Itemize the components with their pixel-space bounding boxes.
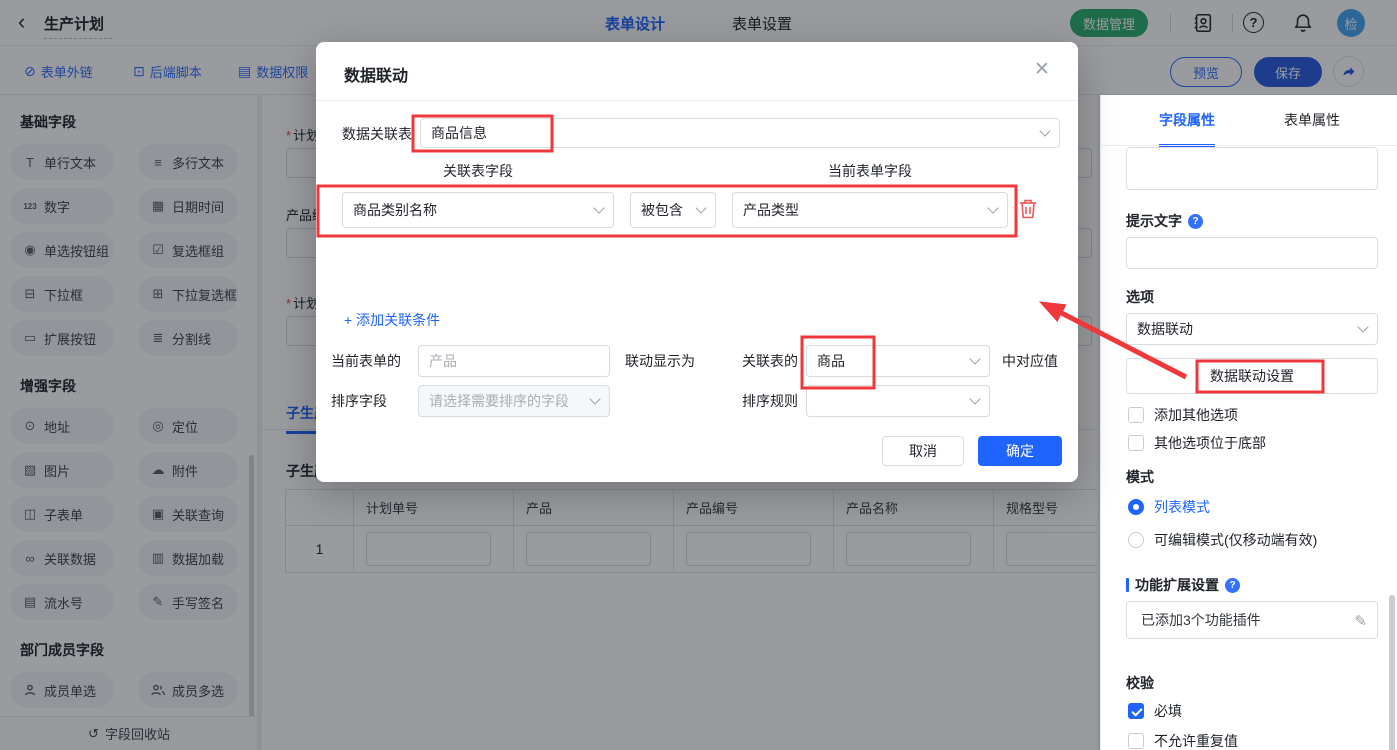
linkage-display-label: 联动显示为 — [625, 345, 695, 377]
data-linkage-modal: 数据联动 ✕ 数据关联表 商品信息 关联表字段 当前表单字段 商品类别名称 被包… — [316, 42, 1078, 482]
mode-label: 模式 — [1126, 467, 1154, 487]
tab-form-properties[interactable]: 表单属性 — [1284, 110, 1340, 144]
checkbox-required[interactable]: 必填 — [1128, 701, 1182, 721]
hint-text-label: 提示文字 ? — [1126, 211, 1203, 231]
data-linkage-settings-label: 数据联动设置 — [1210, 366, 1294, 386]
radio-editable-mode[interactable]: 可编辑模式(仅移动端有效) — [1128, 530, 1317, 550]
chevron-down-icon — [1357, 321, 1368, 332]
extension-settings-label: 功能扩展设置 ? — [1126, 575, 1240, 595]
checkbox-label: 其他选项位于底部 — [1154, 433, 1266, 453]
current-form-field-select[interactable]: 产品类型 — [732, 192, 1008, 228]
relation-table-select[interactable]: 商品信息 — [420, 118, 1060, 148]
checkbox-label: 必填 — [1154, 701, 1182, 721]
radio-label: 列表模式 — [1154, 497, 1210, 517]
divider — [316, 100, 1078, 101]
checkbox-label: 添加其他选项 — [1154, 405, 1238, 425]
relation-field-select[interactable]: 商品类别名称 — [342, 192, 614, 228]
relation-display-field-value: 商品 — [817, 351, 845, 371]
checkbox-icon — [1128, 733, 1144, 749]
relation-table-value: 商品信息 — [431, 123, 487, 143]
chevron-down-icon — [987, 202, 998, 213]
sort-rule-label: 排序规则 — [742, 385, 798, 417]
radio-icon — [1128, 532, 1144, 548]
checkbox-icon — [1128, 435, 1144, 451]
checkbox-no-duplicate[interactable]: 不允许重复值 — [1128, 731, 1238, 750]
current-field-placeholder: 产品 — [429, 351, 457, 371]
edit-icon[interactable]: ✎ — [1354, 612, 1367, 630]
add-condition-link[interactable]: + 添加关联条件 — [344, 310, 440, 330]
corresponding-value-label: 中对应值 — [1002, 345, 1058, 377]
radio-list-mode[interactable]: 列表模式 — [1128, 497, 1210, 517]
chevron-down-icon — [589, 393, 600, 404]
chevron-down-icon — [969, 353, 980, 364]
data-linkage-settings-button[interactable]: 数据联动设置 — [1126, 358, 1378, 394]
confirm-button[interactable]: 确定 — [978, 436, 1062, 466]
add-condition-label: 添加关联条件 — [356, 312, 440, 328]
plus-icon: + — [344, 312, 352, 328]
options-label: 选项 — [1126, 287, 1154, 307]
relation-of-label: 关联表的 — [742, 345, 798, 377]
column-header-current-field: 当前表单字段 — [828, 161, 912, 181]
section-bar — [1126, 578, 1129, 592]
radio-selected-icon — [1128, 499, 1144, 515]
modal-title: 数据联动 — [344, 62, 408, 86]
delete-condition-icon[interactable] — [1018, 198, 1040, 222]
form-designer-app: ‹ 生产计划 表单设计 表单设置 数据管理 ? 检 ⊘ 表单外链 — [0, 0, 1397, 750]
current-form-label: 当前表单的 — [331, 345, 401, 377]
checkbox-other-option-bottom[interactable]: 其他选项位于底部 — [1128, 433, 1266, 453]
plugin-summary-box[interactable]: 已添加3个功能插件 ✎ — [1126, 601, 1378, 639]
sort-field-select[interactable]: 请选择需要排序的字段 — [418, 385, 610, 417]
options-source-select[interactable]: 数据联动 — [1126, 313, 1378, 345]
current-form-field-value: 产品类型 — [743, 200, 799, 220]
checkbox-checked-icon — [1128, 703, 1144, 719]
column-header-relation-field: 关联表字段 — [443, 161, 513, 181]
checkbox-icon — [1128, 407, 1144, 423]
plugin-summary-text: 已添加3个功能插件 — [1141, 610, 1261, 630]
panel-scrollbar[interactable] — [1389, 595, 1395, 750]
property-panel: 字段属性 表单属性 提示文字 ? 选项 数据联动 数据联动设置 添加其他选项 其… — [1100, 95, 1397, 750]
radio-label: 可编辑模式(仅移动端有效) — [1154, 530, 1317, 550]
validation-label: 校验 — [1126, 673, 1154, 693]
options-source-value: 数据联动 — [1137, 319, 1193, 339]
chevron-down-icon — [695, 202, 706, 213]
cancel-button[interactable]: 取消 — [882, 436, 964, 466]
chevron-down-icon — [593, 202, 604, 213]
hint-text-input[interactable] — [1126, 237, 1378, 269]
help-icon[interactable]: ? — [1188, 214, 1203, 229]
relation-display-field-select[interactable]: 商品 — [806, 345, 990, 377]
operator-select[interactable]: 被包含 — [630, 192, 716, 228]
field-title-input[interactable] — [1126, 147, 1378, 190]
divider — [1101, 145, 1397, 146]
chevron-down-icon — [969, 393, 980, 404]
current-field-input[interactable]: 产品 — [418, 345, 610, 377]
chevron-down-icon — [1039, 125, 1050, 136]
help-icon[interactable]: ? — [1225, 578, 1240, 593]
relation-table-label: 数据关联表 — [342, 118, 412, 150]
relation-field-value: 商品类别名称 — [353, 200, 437, 220]
checkbox-label: 不允许重复值 — [1154, 731, 1238, 750]
sort-field-placeholder: 请选择需要排序的字段 — [429, 391, 569, 411]
sort-rule-select[interactable] — [806, 385, 990, 417]
operator-value: 被包含 — [641, 200, 683, 220]
checkbox-add-other-option[interactable]: 添加其他选项 — [1128, 405, 1238, 425]
sort-field-label: 排序字段 — [331, 385, 387, 417]
close-icon[interactable]: ✕ — [1034, 58, 1050, 81]
tab-field-properties[interactable]: 字段属性 — [1159, 110, 1215, 147]
